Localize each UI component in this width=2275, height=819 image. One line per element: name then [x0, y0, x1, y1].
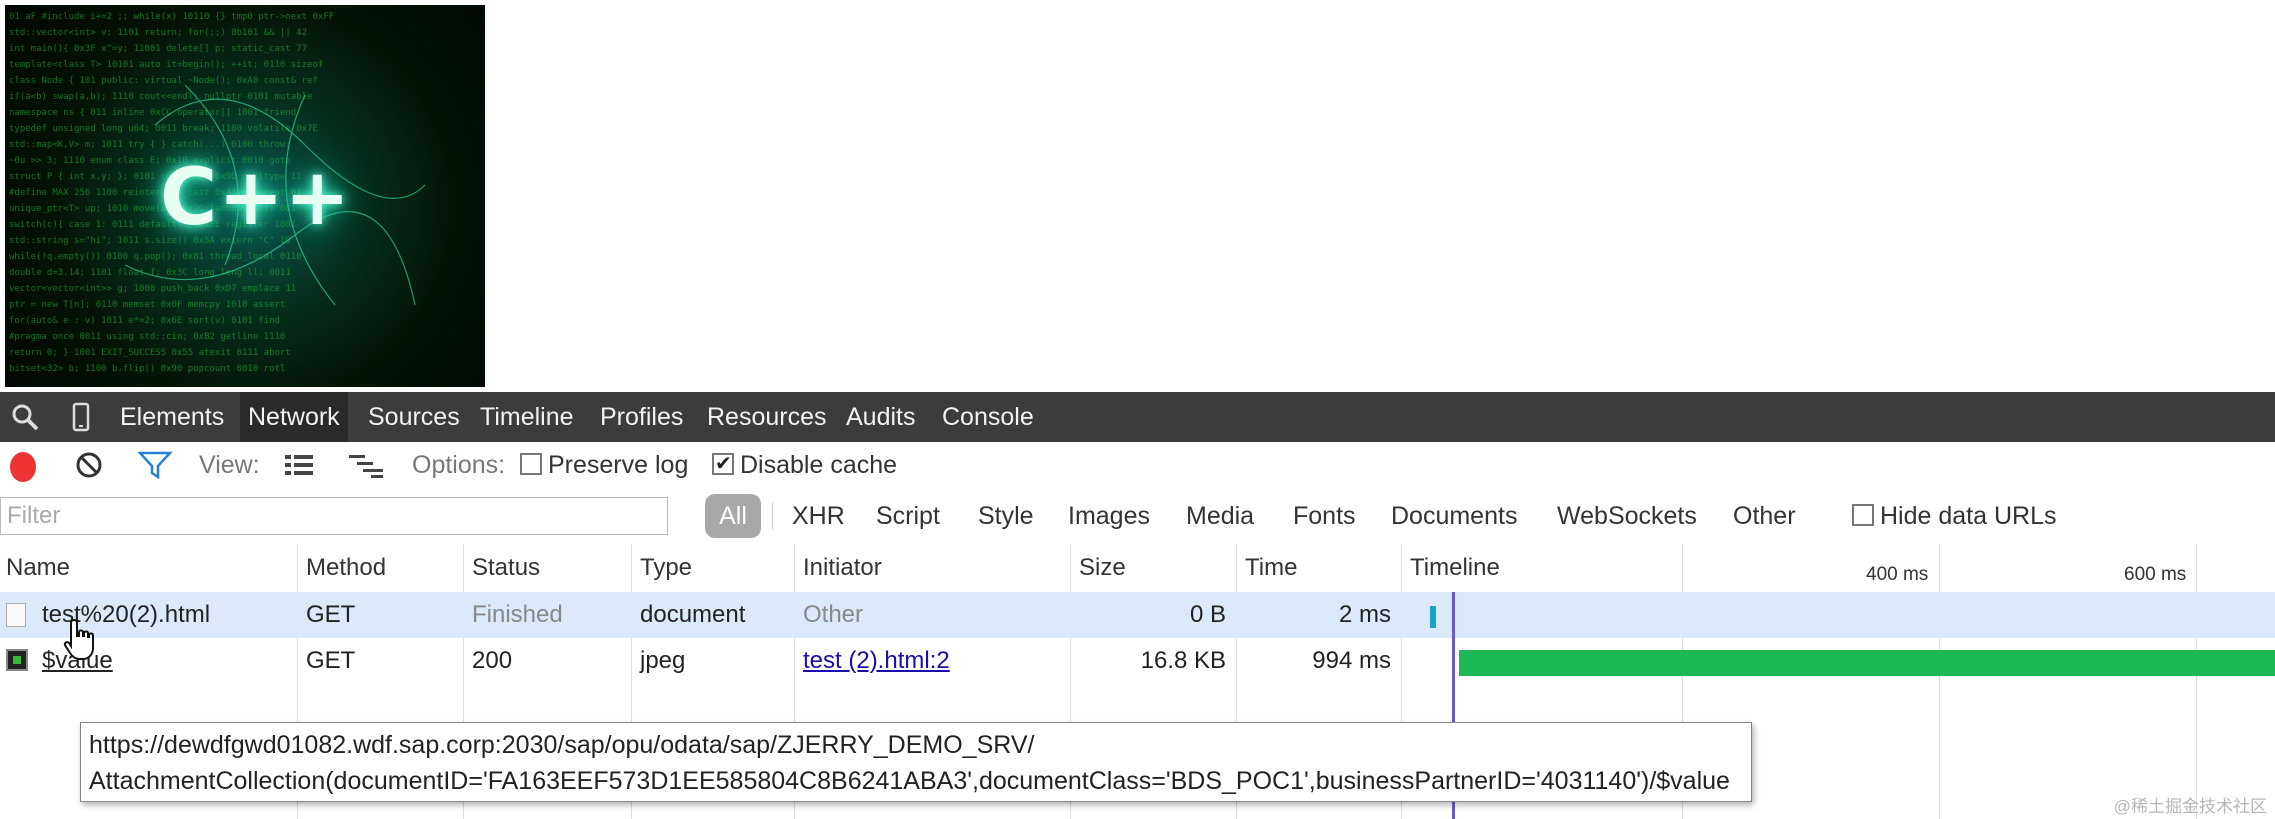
filter-bar: All XHR Script Style Images Media Fonts … — [0, 488, 2275, 544]
svg-text:std::map<K,V> m; 1011 try { }: std::map<K,V> m; 1011 try { } catch(...)… — [9, 140, 291, 150]
hand-cursor-icon — [63, 618, 94, 660]
search-icon[interactable] — [10, 402, 40, 432]
tab-timeline[interactable]: Timeline — [472, 392, 582, 442]
table-row[interactable]: $value GET 200 jpeg test (2).html:2 16.8… — [0, 638, 2275, 684]
request-status: Finished — [472, 601, 563, 628]
initiator-link[interactable]: test (2).html:2 — [797, 638, 950, 684]
waterfall-view-icon[interactable] — [347, 450, 385, 480]
timeline-bar — [1430, 606, 1436, 628]
device-mode-icon[interactable] — [66, 402, 96, 432]
list-view-icon[interactable] — [283, 450, 315, 480]
request-status: 200 — [472, 647, 513, 674]
filter-input[interactable] — [0, 497, 668, 535]
filter-images[interactable]: Images — [1068, 498, 1150, 534]
tooltip-line-1: https://dewdfgwd01082.wdf.sap.corp:2030/… — [89, 731, 1035, 759]
header-method[interactable]: Method — [300, 544, 463, 592]
svg-text:#pragma once 0011 using std::c: #pragma once 0011 using std::cin; 0xB2 g… — [9, 332, 285, 342]
tooltip-line-2: AttachmentCollection(documentID='FA163EE… — [89, 767, 1730, 795]
header-status[interactable]: Status — [466, 544, 631, 592]
clear-icon[interactable] — [74, 450, 104, 480]
watermark: @稀土掘金技术社区 — [2113, 797, 2267, 816]
request-time: 994 ms — [1312, 647, 1391, 674]
svg-text:namespace ns { 011 inline 0xCC: namespace ns { 011 inline 0xCC operator[… — [9, 108, 296, 118]
disable-cache-label: Disable cache — [740, 451, 898, 479]
tab-elements[interactable]: Elements — [112, 392, 232, 442]
svg-text:template<class T> 10101 auto i: template<class T> 10101 auto it=begin();… — [9, 60, 323, 70]
filter-documents[interactable]: Documents — [1391, 498, 1517, 534]
cpp-logo-text: C++ — [160, 153, 351, 243]
record-icon[interactable] — [10, 452, 36, 482]
filter-other[interactable]: Other — [1733, 498, 1796, 534]
request-initiator: Other — [803, 601, 864, 628]
svg-text:01 aF #include i+=2 ;; while(x: 01 aF #include i+=2 ;; while(x) 10110 {}… — [9, 12, 334, 22]
request-method: GET — [306, 647, 356, 674]
image-preview: 01 aF #include i+=2 ;; while(x) 10110 {}… — [5, 5, 485, 387]
request-type: document — [640, 601, 746, 628]
table-row[interactable]: test%20(2).html GET Finished document Ot… — [0, 592, 2275, 638]
filter-websockets[interactable]: WebSockets — [1557, 498, 1697, 534]
header-type[interactable]: Type — [634, 544, 794, 592]
svg-text:if(a<b) swap(a,b); 1110 cout<<: if(a<b) swap(a,b); 1110 cout<<endl; null… — [9, 92, 312, 102]
table-header: Name Method Status Type Initiator Size T… — [0, 544, 2275, 593]
hide-data-urls-label: Hide data URLs — [1880, 502, 2057, 530]
request-method: GET — [306, 601, 356, 628]
disable-cache-checkbox[interactable]: Disable cache — [712, 449, 898, 480]
tab-sources[interactable]: Sources — [360, 392, 468, 442]
svg-text:double d=3.14; 1101 float f; 0: double d=3.14; 1101 float f; 0x3C long l… — [9, 268, 291, 278]
filter-icon[interactable] — [138, 450, 172, 480]
svg-text:typedef unsigned long u64; 001: typedef unsigned long u64; 0011 break; 1… — [9, 124, 318, 134]
svg-text:while(!q.empty()) 0100 q.pop(): while(!q.empty()) 0100 q.pop(); 0x81 thr… — [9, 252, 302, 262]
svg-text:vector<vector<int>> g; 1000 pu: vector<vector<int>> g; 1000 push_back 0x… — [9, 284, 296, 294]
request-size: 16.8 KB — [1140, 647, 1226, 674]
timeline-bar — [1459, 650, 2275, 676]
svg-text:int main(){ 0x3F x^=y; 11001 d: int main(){ 0x3F x^=y; 11001 delete[] p;… — [9, 44, 307, 54]
svg-text:class Node { 101 public: virtu: class Node { 101 public: virtual ~Node()… — [9, 76, 318, 86]
filter-fonts[interactable]: Fonts — [1293, 498, 1356, 534]
image-file-icon — [6, 649, 28, 671]
request-time: 2 ms — [1338, 601, 1391, 628]
timeline-tick: 600 ms — [2124, 564, 2187, 585]
view-label: View: — [199, 451, 260, 479]
header-timeline[interactable]: Timeline — [1404, 544, 1684, 592]
tab-profiles[interactable]: Profiles — [592, 392, 691, 442]
network-toolbar: View: Options: Preserve log Disable cach… — [0, 442, 2275, 488]
tab-audits[interactable]: Audits — [838, 392, 923, 442]
tab-console[interactable]: Console — [934, 392, 1042, 442]
header-time[interactable]: Time — [1239, 544, 1401, 592]
header-name[interactable]: Name — [0, 544, 297, 592]
filter-style[interactable]: Style — [978, 498, 1034, 534]
preserve-log-checkbox[interactable]: Preserve log — [520, 450, 688, 480]
checkbox-box[interactable] — [1852, 504, 1874, 527]
document-icon — [6, 603, 26, 627]
tab-resources[interactable]: Resources — [699, 392, 835, 442]
svg-text:std::vector<int> v; 1101 retur: std::vector<int> v; 1101 return; for(;;)… — [9, 28, 307, 38]
request-size: 0 B — [1189, 601, 1226, 628]
svg-text:for(auto& e : v) 1011 e*=2; 0x: for(auto& e : v) 1011 e*=2; 0x6E sort(v)… — [9, 316, 280, 326]
svg-text:return 0; } 1001 EXIT_SUCCESS: return 0; } 1001 EXIT_SUCCESS 0x55 atexi… — [9, 348, 291, 358]
tab-network[interactable]: Network — [240, 392, 348, 442]
svg-text:ptr = new T[n]; 0110 memset 0x: ptr = new T[n]; 0110 memset 0x0F memcpy … — [9, 300, 285, 310]
checkbox-box[interactable] — [712, 449, 734, 479]
divider — [772, 502, 773, 530]
header-initiator[interactable]: Initiator — [797, 544, 1070, 592]
url-tooltip: https://dewdfgwd01082.wdf.sap.corp:2030/… — [80, 722, 1752, 802]
timeline-tick: 400 ms — [1866, 564, 1929, 585]
checkbox-box[interactable] — [520, 453, 542, 476]
filter-xhr[interactable]: XHR — [792, 498, 845, 534]
options-label: Options: — [412, 451, 506, 479]
devtools-tabbar: Elements Network Sources Timeline Profil… — [0, 392, 2275, 442]
hide-data-urls-checkbox[interactable]: Hide data URLs — [1852, 498, 2056, 534]
preserve-log-label: Preserve log — [548, 451, 689, 479]
filter-script[interactable]: Script — [876, 498, 940, 534]
filter-all-button[interactable]: All — [705, 494, 761, 538]
filter-media[interactable]: Media — [1186, 498, 1254, 534]
svg-text:bitset<32> b; 1100 b.flip() 0x: bitset<32> b; 1100 b.flip() 0x90 popcoun… — [9, 364, 285, 374]
request-type: jpeg — [640, 647, 686, 674]
header-size[interactable]: Size — [1073, 544, 1236, 592]
